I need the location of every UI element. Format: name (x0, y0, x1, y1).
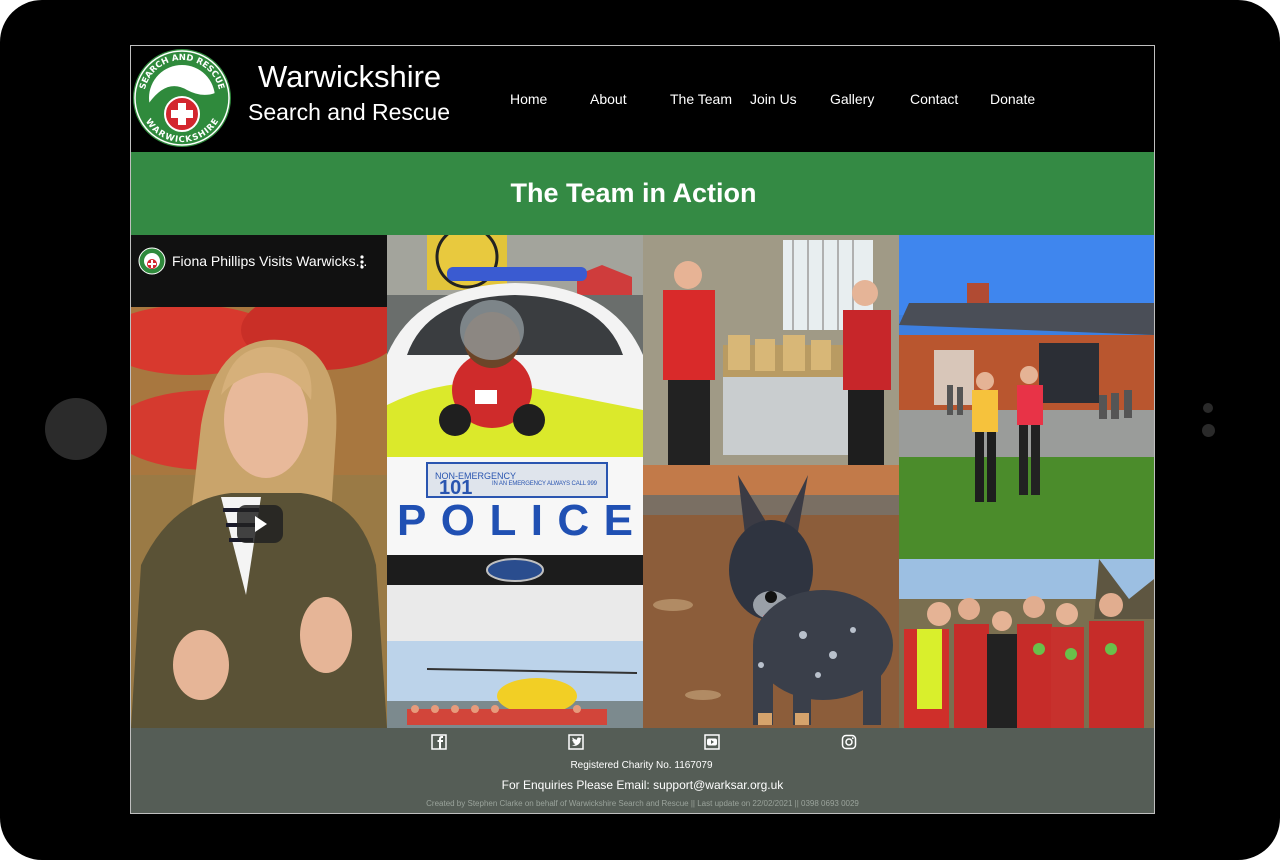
site-title-line2: Search and Rescue (248, 99, 451, 125)
video-embed[interactable]: Fiona Phillips Visits Warwicks... (131, 235, 387, 728)
video-thumbnail (131, 235, 387, 728)
credit-text: Created by Stephen Clarke on behalf of W… (426, 799, 859, 808)
photo-air-ambulance[interactable] (387, 641, 643, 728)
page-title: The Team in Action (510, 178, 757, 208)
photo-search-dog[interactable] (643, 465, 899, 728)
photo-gallery: Fiona Phillips Visits Warwicks... NON-EM… (131, 235, 1154, 728)
instagram-icon[interactable] (841, 734, 857, 750)
nav-gallery[interactable]: Gallery (830, 91, 874, 107)
nav-join-us[interactable]: Join Us (750, 91, 797, 107)
facebook-icon[interactable] (431, 734, 447, 750)
browser-screen: SEARCH AND RESCUE WARWICKSHIRE Warwicksh… (130, 45, 1155, 814)
photo-fun-run[interactable] (899, 235, 1154, 559)
video-title[interactable]: Fiona Phillips Visits Warwicks... (172, 252, 367, 270)
channel-avatar-icon (138, 247, 166, 275)
nav-home[interactable]: Home (510, 91, 547, 107)
tablet-home-button[interactable] (45, 398, 107, 460)
nav-the-team[interactable]: The Team (670, 91, 732, 107)
twitter-icon[interactable] (568, 734, 584, 750)
youtube-icon[interactable] (704, 734, 720, 750)
photo-food-donations[interactable] (643, 235, 899, 465)
page-banner: The Team in Action (131, 152, 1154, 235)
photo-team-group[interactable] (899, 559, 1154, 728)
tablet-sensor (1202, 424, 1215, 437)
nav-about[interactable]: About (590, 91, 627, 107)
enquiries-email-text[interactable]: For Enquiries Please Email: support@wark… (131, 778, 1154, 792)
more-vert-icon[interactable] (357, 254, 367, 270)
site-header: SEARCH AND RESCUE WARWICKSHIRE Warwicksh… (131, 46, 1154, 152)
site-title-line1: Warwickshire (258, 59, 442, 94)
tablet-camera (1203, 403, 1213, 413)
police-small-text: IN AN EMERGENCY ALWAYS CALL 999 (492, 481, 598, 487)
site-footer: Registered Charity No. 1167079 For Enqui… (131, 728, 1154, 813)
play-icon[interactable] (237, 505, 283, 543)
site-logo[interactable]: SEARCH AND RESCUE WARWICKSHIRE (132, 48, 232, 148)
nav-donate[interactable]: Donate (990, 91, 1035, 107)
photo-police-car[interactable]: NON-EMERGENCY 101 IN AN EMERGENCY ALWAYS… (387, 235, 643, 641)
tablet-frame: SEARCH AND RESCUE WARWICKSHIRE Warwicksh… (0, 0, 1280, 860)
nav-contact[interactable]: Contact (910, 91, 958, 107)
registered-charity-text: Registered Charity No. 1167079 (570, 760, 713, 771)
